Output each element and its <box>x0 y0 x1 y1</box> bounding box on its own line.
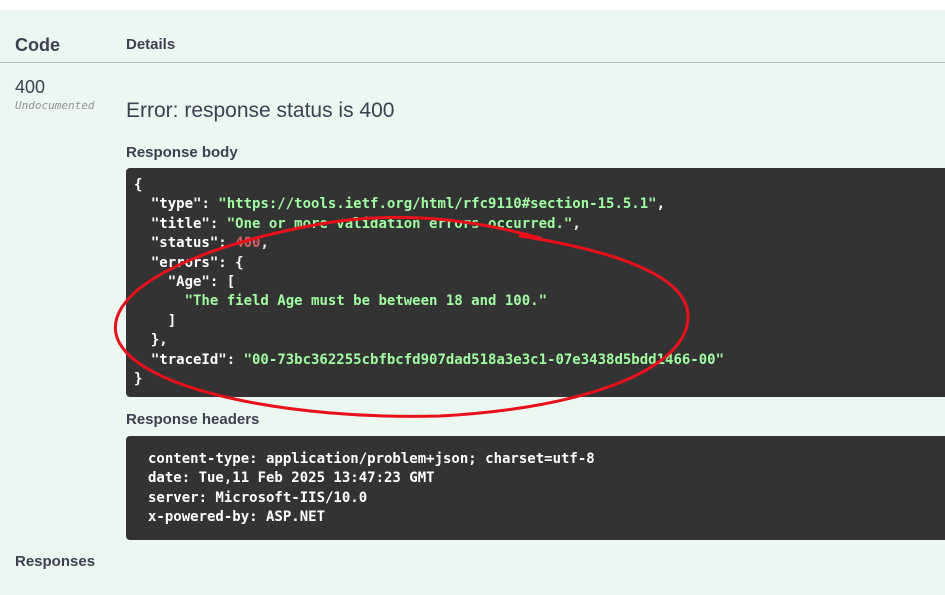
responses-heading: Responses <box>15 553 96 570</box>
json-line: "traceId": "00-73bc362255cbfbcfd907dad51… <box>150 351 725 368</box>
json-line: "type": "https://tools.ietf.org/html/rfc… <box>150 196 666 213</box>
response-body-code[interactable]: { "type": "https://tools.ietf.org/html/r… <box>126 168 945 397</box>
json-line: "status": 400, <box>150 235 269 252</box>
details-column-header: Details <box>126 36 176 53</box>
json-line: "title": "One or more validation errors … <box>150 215 581 232</box>
header-line: content-type: application/problem+json; … <box>148 451 595 467</box>
response-headers-code[interactable]: content-type: application/problem+json; … <box>126 436 945 540</box>
header-divider <box>0 62 945 63</box>
response-headers-label: Response headers <box>126 411 260 428</box>
json-line: { <box>134 177 143 193</box>
header-line: server: Microsoft-IIS/10.0 <box>148 489 368 506</box>
header-line: date: Tue,11 Feb 2025 13:47:23 GMT <box>148 470 435 487</box>
json-line: ] <box>167 312 177 329</box>
code-column-header: Code <box>15 35 60 55</box>
undocumented-label: Undocumented <box>15 99 95 112</box>
header-line: x-powered-by: ASP.NET <box>148 509 326 526</box>
error-title: Error: response status is 400 <box>126 99 395 122</box>
json-line: } <box>134 370 143 387</box>
json-line: "The field Age must be between 18 and 10… <box>184 293 548 310</box>
response-body-label: Response body <box>126 144 238 161</box>
json-line: }, <box>150 332 168 349</box>
json-line: "Age": [ <box>167 273 236 290</box>
json-line: "errors": { <box>150 254 244 271</box>
response-code: 400 <box>15 77 46 97</box>
